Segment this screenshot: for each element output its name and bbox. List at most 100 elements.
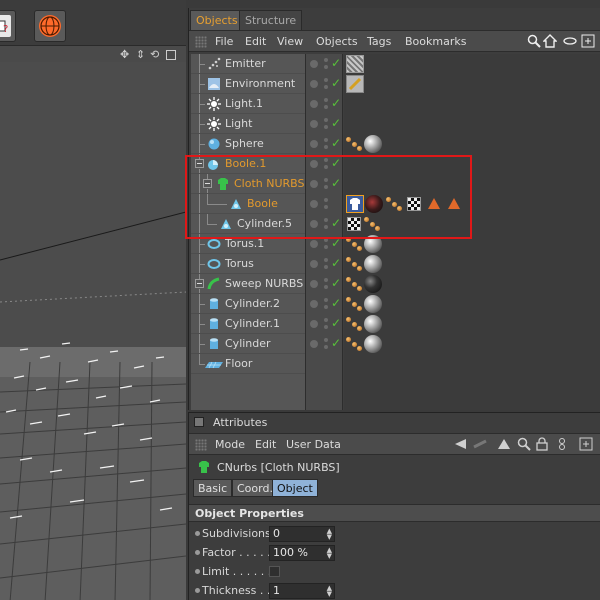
enabled-check-icon[interactable]: ✓ xyxy=(331,96,341,110)
tab-structure[interactable]: Structure xyxy=(239,10,303,30)
spinner-arrows-icon[interactable]: ▲ ▼ xyxy=(327,547,332,560)
collapse-toggle[interactable] xyxy=(203,179,212,188)
object-row-cylinder-1[interactable]: Cylinder.1 ✓ xyxy=(189,314,600,334)
tab-basic[interactable]: Basic xyxy=(193,479,233,497)
animation-dot-icon[interactable] xyxy=(195,550,200,555)
enabled-check-icon[interactable]: ✓ xyxy=(331,316,341,330)
triangle-tag-icon[interactable] xyxy=(448,198,460,209)
menu-user-data[interactable]: User Data xyxy=(286,438,341,451)
material-tag-icon[interactable] xyxy=(365,195,383,213)
object-row-cylinder-2[interactable]: Cylinder.2 ✓ xyxy=(189,294,600,314)
enabled-check-icon[interactable]: ✓ xyxy=(331,296,341,310)
object-row-floor[interactable]: Floor xyxy=(189,354,600,374)
object-row-cloth-nurbs[interactable]: Cloth NURBS ✓ xyxy=(189,174,600,194)
link-icon[interactable] xyxy=(555,437,569,451)
expand-toggle[interactable] xyxy=(195,279,204,288)
material-tag-icon[interactable] xyxy=(364,335,382,353)
menu-mode[interactable]: Mode xyxy=(215,438,245,451)
web-render-button[interactable] xyxy=(34,10,66,42)
menu-file[interactable]: File xyxy=(215,35,233,48)
object-row-boole[interactable]: Boole xyxy=(189,194,600,214)
pencil-tag-icon[interactable] xyxy=(346,75,364,93)
enabled-check-icon[interactable]: ✓ xyxy=(331,176,341,190)
texture-tag-icon[interactable] xyxy=(346,255,362,271)
enabled-check-icon[interactable]: ✓ xyxy=(331,236,341,250)
texture-tag-icon[interactable] xyxy=(346,335,362,351)
back-arrow-icon[interactable] xyxy=(453,437,467,451)
enabled-check-icon[interactable]: ✓ xyxy=(331,136,341,150)
menu-edit[interactable]: Edit xyxy=(245,35,266,48)
enabled-check-icon[interactable]: ✓ xyxy=(331,276,341,290)
enabled-check-icon[interactable]: ✓ xyxy=(331,116,341,130)
enabled-check-icon[interactable]: ✓ xyxy=(331,156,341,170)
menu-objects[interactable]: Objects xyxy=(316,35,358,48)
panel-grip-icon[interactable] xyxy=(195,439,207,451)
animation-dot-icon[interactable] xyxy=(195,531,200,536)
search-icon[interactable] xyxy=(517,437,531,451)
object-row-sphere[interactable]: Sphere ✓ xyxy=(189,134,600,154)
3d-viewport[interactable]: ? ✥ ⇕ ⟲ xyxy=(0,0,186,600)
subdivisions-field[interactable]: 0 ▲ ▼ xyxy=(269,526,335,542)
object-row-cylinder[interactable]: Cylinder ✓ xyxy=(189,334,600,354)
rotate-view-icon[interactable]: ⟲ xyxy=(150,48,159,61)
material-tag-icon[interactable] xyxy=(364,275,382,293)
menu-edit[interactable]: Edit xyxy=(255,438,276,451)
enabled-check-icon[interactable]: ✓ xyxy=(331,256,341,270)
object-row-cylinder-5[interactable]: Cylinder.5 ✓ xyxy=(189,214,600,234)
lock-icon[interactable] xyxy=(535,437,549,451)
material-tag-icon[interactable] xyxy=(364,295,382,313)
limit-checkbox[interactable] xyxy=(269,566,280,577)
maximize-view-icon[interactable] xyxy=(166,50,176,60)
zoom-view-icon[interactable]: ⇕ xyxy=(136,48,145,61)
material-tag-icon[interactable] xyxy=(364,255,382,273)
object-row-torus[interactable]: Torus ✓ xyxy=(189,254,600,274)
object-row-sweep-nurbs[interactable]: Sweep NURBS ✓ xyxy=(189,274,600,294)
render-settings-button[interactable]: ? xyxy=(0,10,16,42)
spinner-arrows-icon[interactable]: ▲ ▼ xyxy=(327,585,332,598)
thickness-field[interactable]: 1 ▲ ▼ xyxy=(269,583,335,599)
checker-tag-icon[interactable] xyxy=(407,197,421,211)
enabled-check-icon[interactable]: ✓ xyxy=(331,56,341,70)
spinner-arrows-icon[interactable]: ▲ ▼ xyxy=(327,528,332,541)
object-row-torus-1[interactable]: Torus.1 ✓ xyxy=(189,234,600,254)
home-icon[interactable] xyxy=(543,34,557,48)
texture-tag-icon[interactable] xyxy=(346,315,362,331)
menu-view[interactable]: View xyxy=(277,35,303,48)
material-tag-icon[interactable] xyxy=(364,235,382,253)
enabled-check-icon[interactable]: ✓ xyxy=(331,216,341,230)
new-panel-icon[interactable] xyxy=(581,34,595,48)
material-tag-icon[interactable] xyxy=(364,135,382,153)
enabled-check-icon[interactable]: ✓ xyxy=(331,76,341,90)
texture-tag-icon[interactable] xyxy=(364,215,380,231)
hatch-tag-icon[interactable] xyxy=(346,55,364,73)
checker-tag-icon[interactable] xyxy=(347,217,361,231)
cloth-tag-icon[interactable] xyxy=(346,195,364,213)
tab-object[interactable]: Object xyxy=(272,479,318,497)
panel-menu-icon[interactable] xyxy=(194,417,204,427)
triangle-tag-icon[interactable] xyxy=(428,198,440,209)
tab-objects[interactable]: Objects xyxy=(190,10,244,30)
texture-tag-icon[interactable] xyxy=(346,295,362,311)
texture-tag-icon[interactable] xyxy=(346,135,362,151)
texture-tag-icon[interactable] xyxy=(346,235,362,251)
object-row-emitter[interactable]: Emitter ✓ xyxy=(189,54,600,74)
menu-bookmarks[interactable]: Bookmarks xyxy=(405,35,466,48)
menu-tags[interactable]: Tags xyxy=(367,35,391,48)
up-arrow-icon[interactable] xyxy=(497,437,511,451)
object-row-light-1[interactable]: Light.1 ✓ xyxy=(189,94,600,114)
animation-dot-icon[interactable] xyxy=(195,588,200,593)
factor-field[interactable]: 100 % ▲ ▼ xyxy=(269,545,335,561)
texture-tag-icon[interactable] xyxy=(386,195,402,211)
eye-icon[interactable] xyxy=(563,34,577,48)
new-panel-icon[interactable] xyxy=(579,437,593,451)
material-tag-icon[interactable] xyxy=(364,315,382,333)
object-row-environment[interactable]: Environment ✓ xyxy=(189,74,600,94)
forward-arrow-icon[interactable] xyxy=(473,437,487,451)
enabled-check-icon[interactable]: ✓ xyxy=(331,336,341,350)
collapse-toggle[interactable] xyxy=(195,159,204,168)
texture-tag-icon[interactable] xyxy=(346,275,362,291)
move-view-icon[interactable]: ✥ xyxy=(120,48,129,61)
object-row-boole-1[interactable]: Boole.1 ✓ xyxy=(189,154,600,174)
search-icon[interactable] xyxy=(527,34,541,48)
object-row-light[interactable]: Light ✓ xyxy=(189,114,600,134)
